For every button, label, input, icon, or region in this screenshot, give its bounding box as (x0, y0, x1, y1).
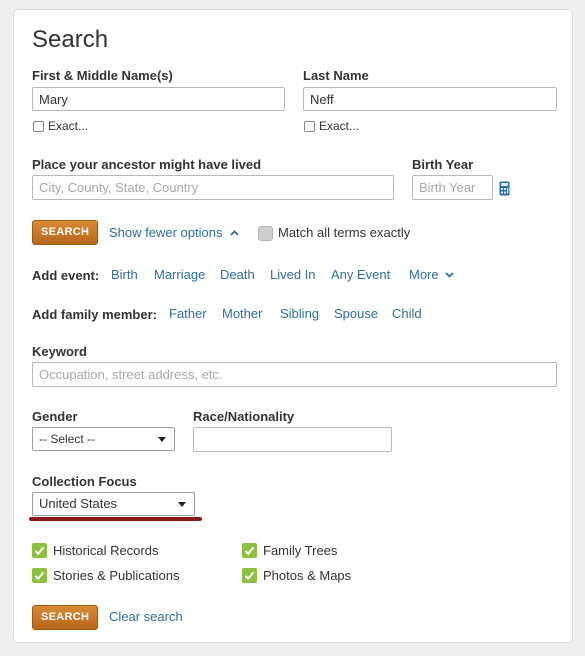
keyword-input[interactable] (32, 362, 557, 387)
last-name-label: Last Name (303, 68, 369, 83)
show-fewer-options-link[interactable]: Show fewer options (109, 225, 239, 240)
first-name-input[interactable] (32, 87, 285, 111)
add-event-lived-in[interactable]: Lived In (270, 267, 316, 282)
place-label: Place your ancestor might have lived (32, 157, 262, 172)
stories-publications-label: Stories & Publications (53, 568, 180, 583)
page-title: Search (32, 26, 109, 53)
race-nationality-input[interactable] (193, 427, 392, 452)
chevron-up-icon (230, 230, 239, 236)
match-all-checkbox[interactable] (258, 226, 273, 241)
keyword-label: Keyword (32, 344, 87, 359)
collection-focus-selected-value: United States (39, 496, 118, 511)
checkmark-icon (244, 546, 255, 556)
family-trees-checkbox[interactable] (242, 543, 257, 558)
gender-selected-value: -- Select -- (39, 432, 96, 446)
more-label: More (409, 267, 439, 282)
stories-publications-checkbox[interactable] (32, 568, 47, 583)
annotation-underline (29, 517, 202, 521)
family-trees-label: Family Trees (263, 543, 338, 558)
checkmark-icon (244, 571, 255, 581)
historical-records-label: Historical Records (53, 543, 159, 558)
add-family-child[interactable]: Child (392, 306, 422, 321)
photos-maps-checkbox[interactable] (242, 568, 257, 583)
first-name-exact-label: Exact... (48, 119, 89, 133)
add-event-birth[interactable]: Birth (111, 267, 138, 282)
last-name-input[interactable] (303, 87, 557, 111)
search-panel: Search First & Middle Name(s) Exact... L… (13, 9, 573, 643)
caret-down-icon (158, 437, 166, 442)
last-name-exact-label: Exact... (319, 119, 360, 133)
add-event-death[interactable]: Death (220, 267, 255, 282)
add-event-label: Add event: (32, 268, 100, 283)
historical-records-checkbox[interactable] (32, 543, 47, 558)
add-event-marriage[interactable]: Marriage (154, 267, 205, 282)
add-family-label: Add family member: (32, 307, 157, 322)
collection-focus-select[interactable]: United States (32, 492, 195, 516)
add-family-spouse[interactable]: Spouse (334, 306, 378, 321)
match-all-label: Match all terms exactly (278, 225, 411, 240)
calculator-icon[interactable] (499, 181, 510, 196)
bottom-search-button[interactable]: SEARCH (32, 605, 98, 630)
add-event-more[interactable]: More (409, 267, 454, 282)
gender-label: Gender (32, 409, 78, 424)
first-name-label: First & Middle Name(s) (32, 68, 173, 83)
birth-year-label: Birth Year (412, 157, 474, 172)
collection-focus-label: Collection Focus (32, 474, 137, 489)
checkmark-icon (34, 571, 45, 581)
place-input[interactable] (32, 175, 394, 200)
last-name-exact-checkbox[interactable] (304, 121, 315, 132)
birth-year-input[interactable] (412, 175, 493, 200)
add-event-any-event[interactable]: Any Event (331, 267, 390, 282)
chevron-down-icon (445, 272, 454, 278)
first-name-exact-checkbox[interactable] (33, 121, 44, 132)
show-fewer-options-label: Show fewer options (109, 225, 223, 240)
clear-search-link[interactable]: Clear search (109, 609, 183, 624)
photos-maps-label: Photos & Maps (263, 568, 352, 583)
search-button[interactable]: SEARCH (32, 220, 98, 245)
add-family-sibling[interactable]: Sibling (280, 306, 319, 321)
add-family-mother[interactable]: Mother (222, 306, 262, 321)
race-nationality-label: Race/Nationality (193, 409, 295, 424)
add-family-father[interactable]: Father (169, 306, 207, 321)
gender-select[interactable]: -- Select -- (32, 427, 175, 451)
checkmark-icon (34, 546, 45, 556)
caret-down-icon (178, 502, 186, 507)
